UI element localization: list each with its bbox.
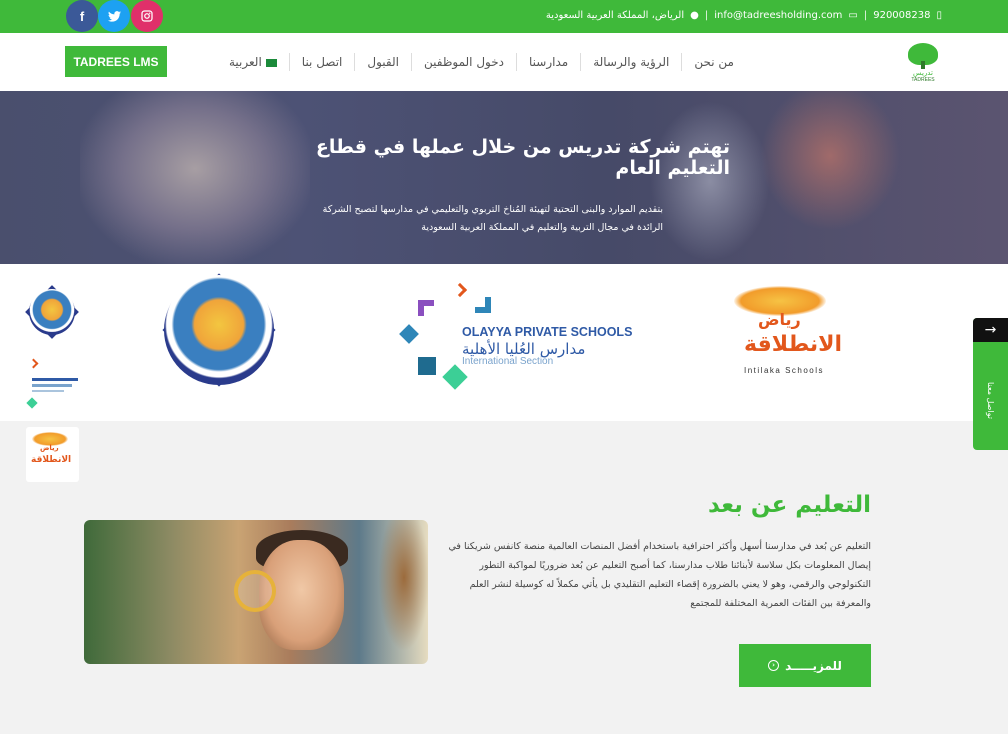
nav-item-staff-login[interactable]: دخول الموظفين [411, 53, 516, 71]
corner-shape [475, 297, 491, 313]
olayya-schools-logo[interactable]: OLAYYA PRIVATE SCHOOLS مدارس العُليا الأ… [399, 282, 632, 392]
diamond-shape [399, 324, 419, 344]
small-intilaka-logo[interactable]: رياض الانطلاقة [26, 427, 79, 482]
text-line [32, 390, 64, 392]
contact-info: ▯ 920008238 | ▭ info@tadreesholding.com … [546, 10, 942, 21]
facebook-icon[interactable]: f [66, 0, 98, 32]
intilaka-schools-logo[interactable]: رياض الانطلاقة Intilaka Schools [730, 280, 850, 380]
chevron-shape [452, 282, 468, 298]
lms-button[interactable]: TADREES LMS [65, 46, 167, 77]
nav-menu: من نحن الرؤية والرسالة مدارسنا دخول المو… [217, 53, 746, 71]
intilaka-small-ar1: رياض [40, 444, 59, 452]
text-line [32, 384, 72, 387]
child-magnifier-photo [84, 520, 428, 664]
instagram-icon[interactable] [131, 0, 163, 32]
twitter-icon[interactable] [98, 0, 130, 32]
top-bar: f ▯ 920008238 | ▭ info@tadreesholding.co… [0, 0, 1008, 33]
intilaka-name-en: Intilaka Schools [744, 366, 825, 375]
main-navbar: TADREES LMS من نحن الرؤية والرسالة مدارس… [0, 33, 1008, 91]
rawad-international-logo[interactable] [164, 275, 274, 385]
section-title: التعليم عن بعد [707, 492, 871, 518]
square-shape [418, 357, 436, 375]
tree-graphic [374, 520, 428, 664]
floating-contact-tab[interactable]: → تواصل معنا [973, 318, 1008, 450]
phone-number[interactable]: 920008238 [873, 10, 930, 21]
diamond-shape [442, 364, 468, 390]
location-pin-icon: ● [690, 10, 699, 21]
nav-item-about[interactable]: من نحن [681, 53, 746, 71]
arrow-right-icon[interactable]: → [973, 318, 1008, 342]
more-button[interactable]: للمزيـــــد ‹ [739, 644, 871, 687]
nav-item-schools[interactable]: مدارسنا [516, 53, 580, 71]
divider: | [863, 10, 868, 21]
nav-item-contact[interactable]: اتصل بنا [288, 53, 355, 71]
more-label: للمزيـــــد [785, 658, 842, 673]
intilaka-small-ar2: الانطلاقة [31, 455, 72, 465]
hero-title: تهتم شركة تدريس من خلال عملها في قطاع ال… [315, 136, 730, 179]
intilaka-name-ar1: رياض [758, 310, 801, 329]
logo-text-en: TADREES [911, 77, 935, 83]
saudi-flag-icon [265, 58, 277, 67]
instagram-camera-icon [141, 10, 153, 22]
nav-item-vision[interactable]: الرؤية والرسالة [580, 53, 681, 71]
diamond-shape [26, 397, 38, 409]
tadrees-logo[interactable]: تدريس TADREES [902, 43, 944, 85]
hero-subtitle: بتقديم الموارد والبنى التحتية لتهيئة الم… [322, 204, 663, 233]
magnifier-icon [234, 570, 276, 612]
small-olayya-logo[interactable] [26, 358, 81, 410]
olayya-name-en: OLAYYA PRIVATE SCHOOLS [462, 325, 633, 339]
section-text: التعليم عن بُعد في مدارسنا أسهل وأكثر اح… [448, 541, 871, 609]
language-label: العربية [228, 55, 262, 69]
phone-icon: ▯ [936, 10, 942, 21]
hero-photo-bottles [650, 101, 770, 261]
divider: | [704, 10, 709, 21]
circle-arrow-icon: ‹ [768, 660, 780, 671]
olayya-section: International Section [462, 356, 554, 367]
logo-text-ar: تدريس [913, 69, 933, 77]
chat-icon: ▭ [848, 10, 858, 21]
location-text: الرياض، المملكة العربية السعودية [545, 10, 685, 21]
intilaka-name-ar2: الانطلاقة [744, 332, 843, 357]
text-line [32, 378, 78, 381]
hero-banner: تهتم شركة تدريس من خلال عملها في قطاع ال… [0, 91, 1008, 264]
small-rawad-logo[interactable] [29, 289, 75, 335]
nav-item-language[interactable]: العربية [217, 53, 289, 71]
hero-photo-child [80, 91, 310, 264]
corner-shape [418, 300, 434, 316]
chevron-shape [28, 358, 39, 369]
twitter-bird-icon [107, 10, 121, 22]
tree-trunk [921, 61, 925, 69]
email-link[interactable]: info@tadreesholding.com [714, 10, 842, 21]
nav-item-admission[interactable]: القبول [354, 53, 411, 71]
contact-us-label[interactable]: تواصل معنا [973, 350, 1008, 450]
hero-photo-leaves [760, 91, 900, 231]
